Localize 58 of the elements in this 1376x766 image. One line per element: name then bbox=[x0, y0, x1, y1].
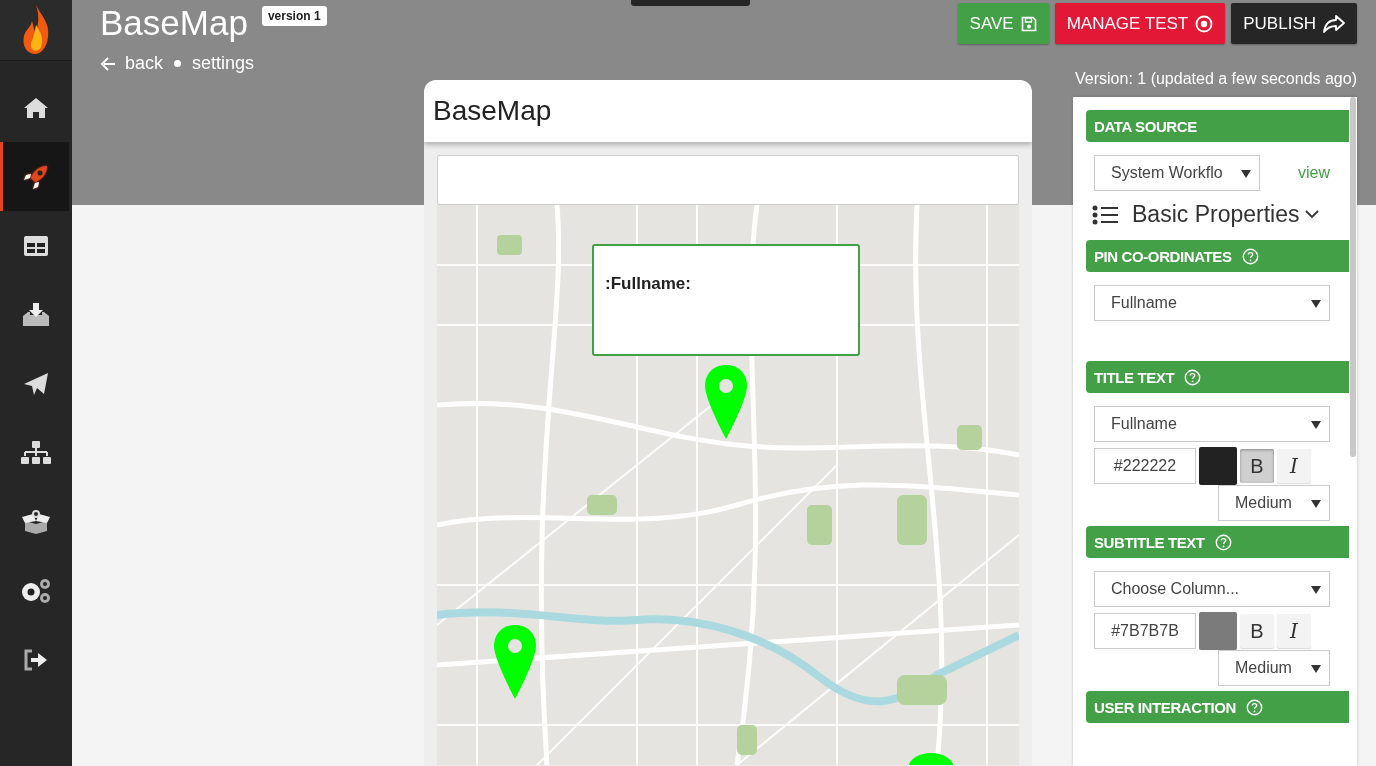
popup-title: :Fullname: bbox=[605, 274, 691, 293]
size-select[interactable]: Medium bbox=[1218, 650, 1330, 686]
section-title: PIN CO-ORDINATES bbox=[1094, 247, 1232, 265]
test-button[interactable]: MANAGE TEST bbox=[1054, 3, 1226, 44]
rocket-icon bbox=[23, 163, 49, 190]
sitemap-icon bbox=[21, 439, 51, 466]
group-label[interactable]: Basic Properties bbox=[1132, 201, 1300, 228]
column-select[interactable]: Fullname bbox=[1094, 285, 1330, 321]
share-arrow-icon bbox=[1323, 14, 1345, 33]
caret-icon bbox=[1311, 421, 1321, 429]
section-title: DATA SOURCE bbox=[1094, 117, 1197, 135]
version-badge: version 1 bbox=[261, 6, 327, 26]
flame-logo-icon[interactable] bbox=[22, 5, 50, 55]
caret-icon bbox=[1241, 170, 1251, 178]
chevron-down-icon[interactable] bbox=[1305, 210, 1320, 219]
sign-out-icon bbox=[23, 648, 49, 671]
home-icon bbox=[23, 96, 49, 119]
column-select[interactable]: Fullname bbox=[1094, 406, 1330, 442]
section-title: USER INTERACTION bbox=[1094, 698, 1236, 716]
column-select[interactable]: Choose Column... bbox=[1094, 571, 1330, 607]
preview-title: BaseMap bbox=[433, 95, 552, 127]
help-icon[interactable] bbox=[1214, 533, 1232, 551]
size-select[interactable]: Medium bbox=[1218, 485, 1330, 521]
top-handle[interactable] bbox=[631, 0, 750, 6]
color-field[interactable]: #222222 bbox=[1094, 448, 1196, 484]
paper-plane-icon bbox=[23, 371, 49, 396]
help-icon[interactable] bbox=[1241, 247, 1259, 265]
section-title: TITLE TEXT bbox=[1094, 368, 1175, 386]
page-title: BaseMap bbox=[100, 3, 248, 43]
bold-button[interactable]: B bbox=[1240, 449, 1274, 483]
color-field[interactable]: #7B7B7B bbox=[1094, 613, 1196, 649]
header-link[interactable]: back bbox=[125, 53, 164, 74]
back-arrow-icon[interactable] bbox=[100, 56, 116, 71]
gears-icon bbox=[20, 577, 52, 604]
table-icon bbox=[23, 234, 49, 257]
color-swatch[interactable] bbox=[1199, 612, 1237, 650]
list-icon bbox=[1092, 204, 1118, 225]
download-tray-icon bbox=[22, 301, 50, 328]
italic-button[interactable]: I bbox=[1277, 449, 1311, 483]
data-source-select[interactable]: System Workflo bbox=[1094, 155, 1260, 191]
bold-button[interactable]: B bbox=[1240, 614, 1274, 648]
open-box-icon bbox=[21, 508, 51, 535]
separator-dot bbox=[174, 60, 182, 67]
header-link[interactable]: settings bbox=[192, 53, 255, 74]
italic-button[interactable]: I bbox=[1277, 614, 1311, 648]
scrollbar[interactable] bbox=[1350, 97, 1356, 457]
target-icon bbox=[1195, 14, 1214, 33]
color-swatch[interactable] bbox=[1199, 447, 1237, 485]
help-icon[interactable] bbox=[1184, 368, 1202, 386]
caret-icon bbox=[1311, 665, 1321, 673]
section-title: SUBTITLE TEXT bbox=[1094, 533, 1205, 551]
caret-icon bbox=[1311, 300, 1321, 308]
publish-button[interactable]: PUBLISH bbox=[1231, 3, 1357, 44]
caret-icon bbox=[1311, 586, 1321, 594]
search-field[interactable] bbox=[437, 155, 1019, 205]
caret-icon bbox=[1311, 500, 1321, 508]
help-icon[interactable] bbox=[1245, 698, 1263, 716]
version-note: Version: 1 (updated a few seconds ago) bbox=[1075, 70, 1357, 89]
